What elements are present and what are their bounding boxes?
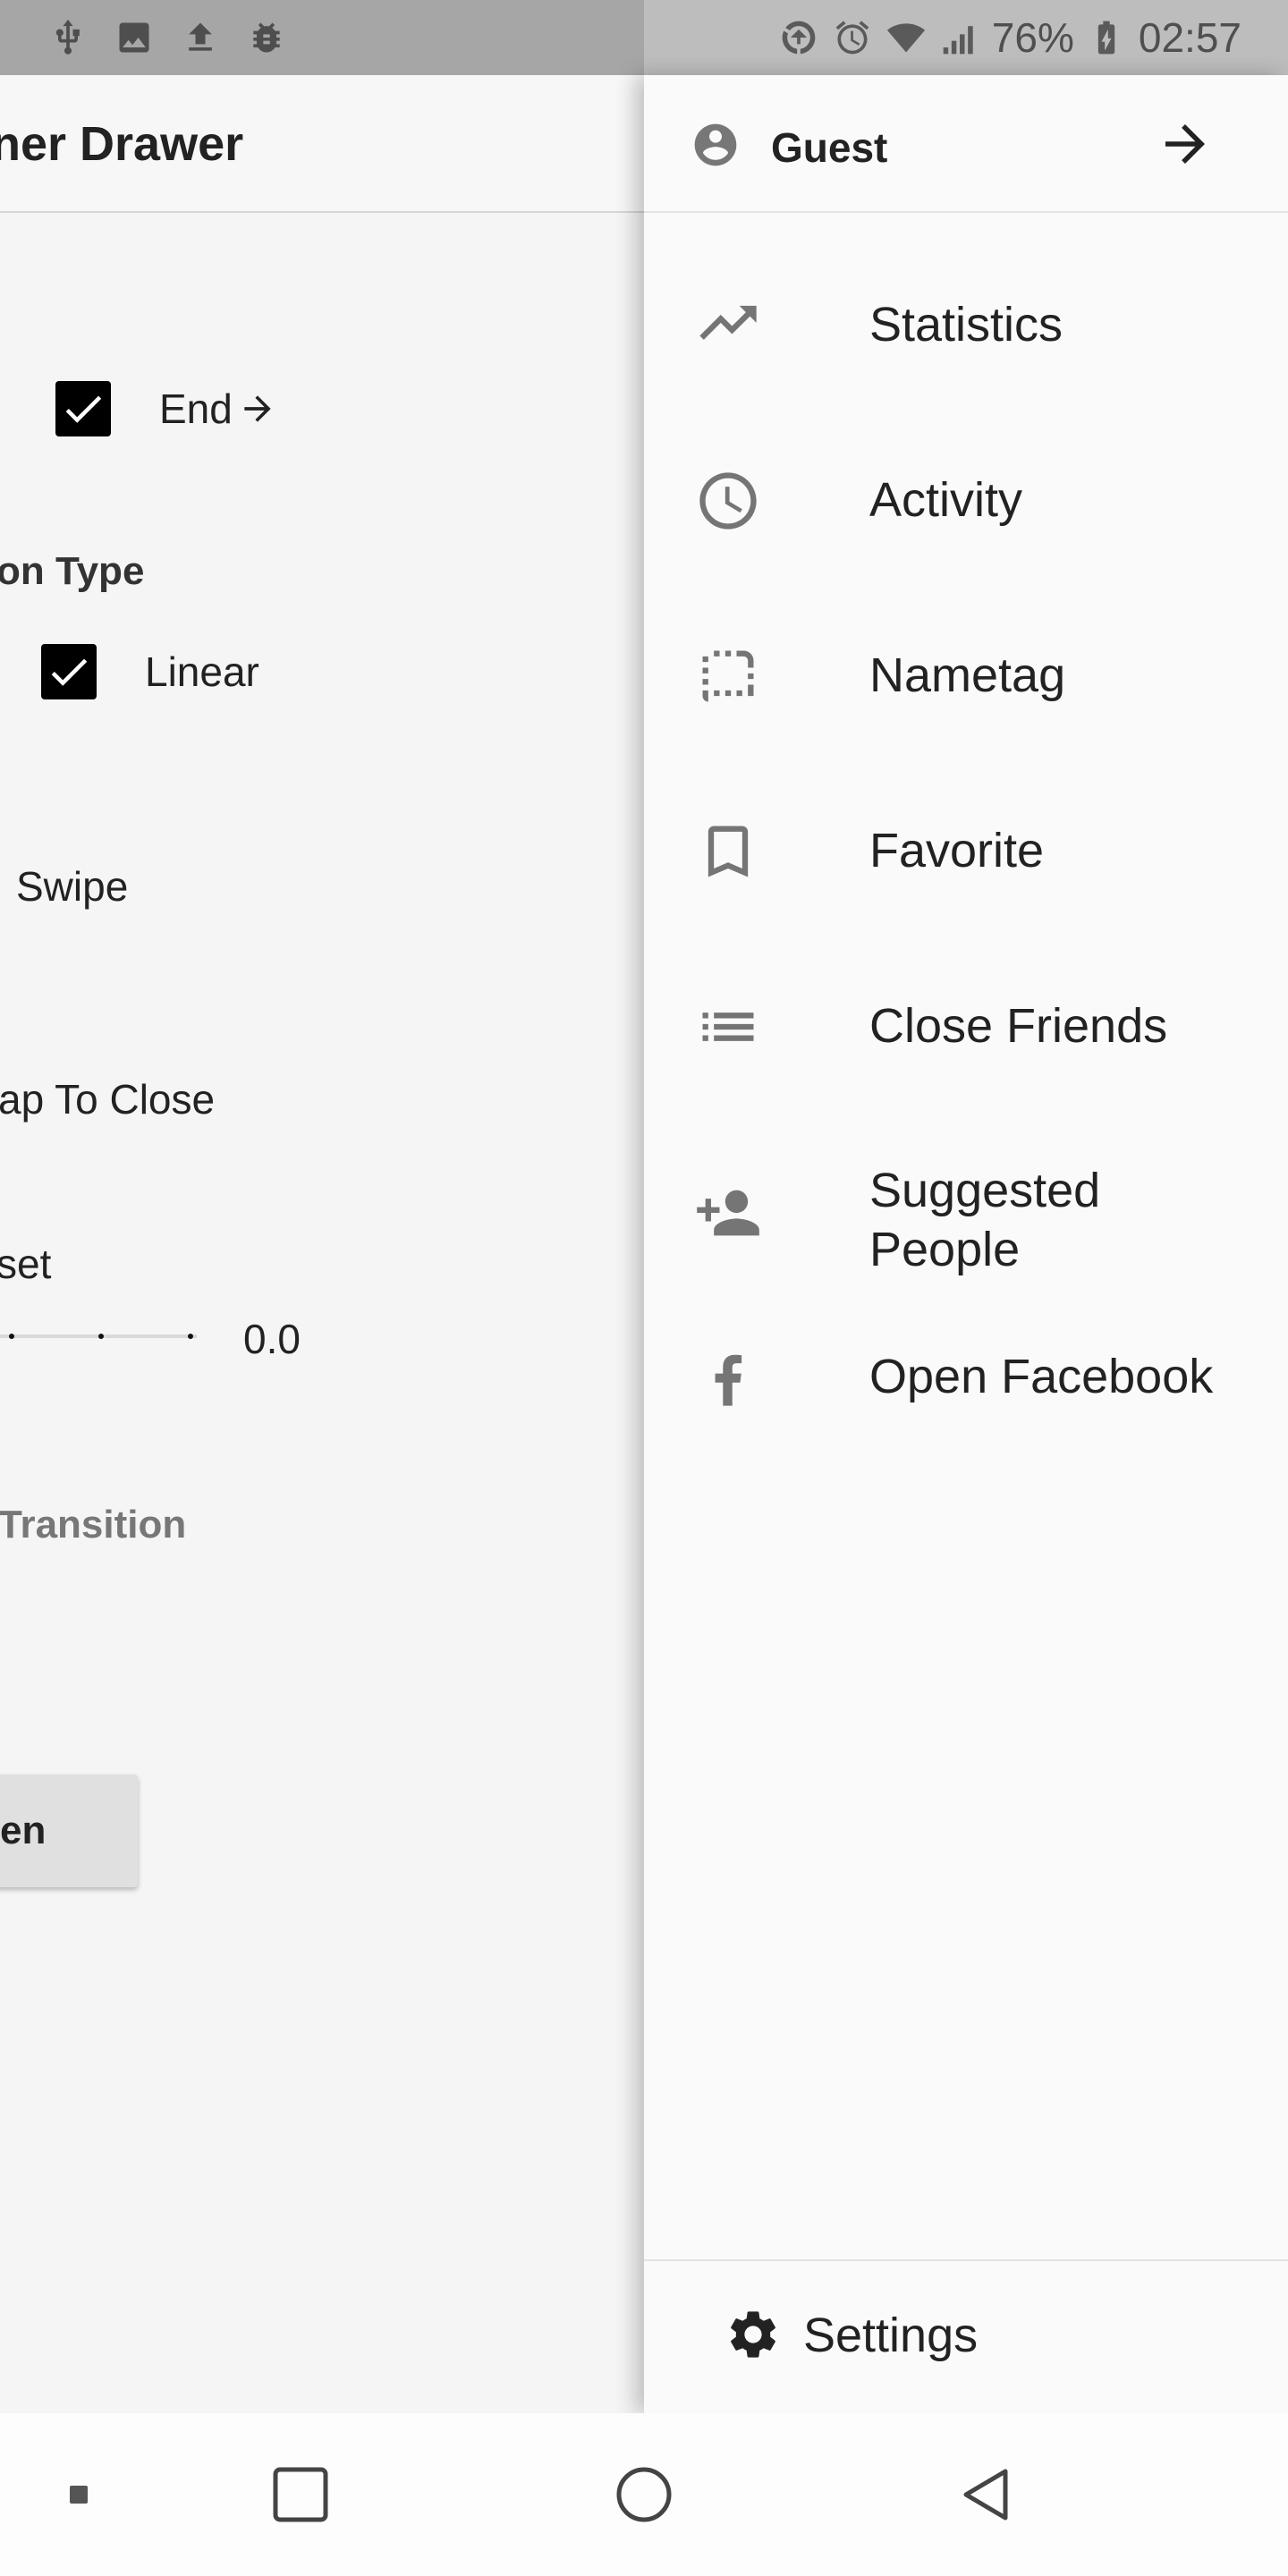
drawer-item-label: Nametag	[869, 648, 1066, 702]
page-title: ner Drawer	[0, 117, 244, 171]
slider-tick	[9, 1334, 14, 1339]
battery-percent: 76%	[991, 14, 1074, 61]
arrow-forward-icon	[238, 389, 277, 428]
drawer-item-statistics[interactable]: Statistics	[644, 238, 1288, 413]
offset-value: 0.0	[243, 1316, 301, 1362]
back-triangle-icon	[963, 2469, 1008, 2521]
offset-label: set	[0, 1241, 52, 1287]
check-icon	[65, 395, 102, 423]
signal-icon	[938, 16, 981, 59]
drawer-item-favorite[interactable]: Favorite	[644, 764, 1288, 939]
back-button[interactable]	[914, 2413, 1057, 2576]
person-add-icon	[692, 1177, 764, 1249]
usb-icon	[47, 16, 89, 59]
list-icon	[692, 991, 764, 1063]
system-nav-bar	[0, 2413, 1288, 2576]
gear-icon	[724, 2306, 782, 2363]
drawer-item-label: Open Facebook	[869, 1350, 1214, 1403]
end-checkbox[interactable]	[55, 381, 111, 436]
tap-to-close-label[interactable]: ap To Close	[0, 1075, 215, 1123]
square-icon	[273, 2467, 328, 2522]
settings-label: Settings	[803, 2309, 979, 2362]
end-label: End	[159, 386, 233, 432]
image-icon	[113, 16, 156, 59]
battery-charging-icon	[1085, 16, 1128, 59]
alarm-icon	[831, 16, 874, 59]
drawer-item-open-facebook[interactable]: Open Facebook	[644, 1290, 1288, 1465]
slider-tick	[188, 1334, 193, 1339]
home-button[interactable]	[572, 2413, 716, 2576]
facebook-icon	[692, 1342, 764, 1413]
transition-label: Transition	[0, 1503, 187, 1546]
account-circle-icon	[691, 120, 741, 170]
app-bar: ner Drawer	[0, 75, 644, 213]
drawer-item-nametag[interactable]: Nametag	[644, 589, 1288, 764]
navigation-drawer: Guest Statistics Activity Nametag Favori…	[644, 75, 1288, 2413]
bug-icon	[245, 16, 288, 59]
linear-label: Linear	[145, 648, 259, 695]
clock-icon	[692, 465, 764, 537]
drawer-item-activity[interactable]: Activity	[644, 413, 1288, 589]
drawer-item-label: Close Friends	[869, 999, 1168, 1053]
drawer-item-label: Statistics	[869, 298, 1063, 352]
drawer-header[interactable]: Guest	[644, 75, 1288, 213]
menu-dot-button[interactable]	[7, 2413, 150, 2576]
data-saver-icon	[777, 16, 820, 59]
open-drawer-button[interactable]: en	[0, 1775, 138, 1887]
slider-tick	[98, 1334, 104, 1339]
upload-icon	[179, 16, 222, 59]
drawer-item-suggested-people[interactable]: Suggested People	[644, 1114, 1288, 1311]
crop-free-icon	[692, 640, 764, 712]
linear-checkbox[interactable]	[41, 644, 97, 699]
drawer-footer-settings[interactable]: Settings	[644, 2259, 1288, 2413]
animation-type-heading: on Type	[0, 549, 145, 593]
check-icon	[51, 658, 88, 686]
main-content: ner Drawer End on Type Linear Swipe ap T…	[0, 75, 644, 2413]
user-name: Guest	[771, 124, 888, 171]
arrow-forward-icon[interactable]	[1156, 114, 1215, 174]
status-bar-right: 76% 02:57	[644, 0, 1288, 75]
status-bar: 76% 02:57	[0, 0, 1288, 75]
screen: 76% 02:57 ner Drawer End on Type Linear …	[0, 0, 1288, 2576]
drawer-item-label: Activity	[869, 473, 1023, 527]
status-bar-left	[0, 0, 644, 75]
swipe-label[interactable]: Swipe	[16, 862, 128, 911]
drawer-item-close-friends[interactable]: Close Friends	[644, 939, 1288, 1114]
end-checkbox-row[interactable]: End	[55, 381, 277, 436]
linear-checkbox-row[interactable]: Linear	[41, 644, 259, 699]
drawer-item-label: Favorite	[869, 824, 1045, 877]
circle-icon	[616, 2467, 672, 2522]
bookmark-icon	[692, 816, 764, 887]
clock-time: 02:57	[1138, 14, 1241, 61]
trending-up-icon	[692, 290, 764, 361]
wifi-icon	[885, 16, 928, 59]
recents-button[interactable]	[229, 2413, 372, 2576]
offset-slider[interactable]	[0, 1333, 197, 1340]
drawer-item-label: Suggested People	[869, 1164, 1101, 1276]
dot-icon	[70, 2486, 88, 2504]
